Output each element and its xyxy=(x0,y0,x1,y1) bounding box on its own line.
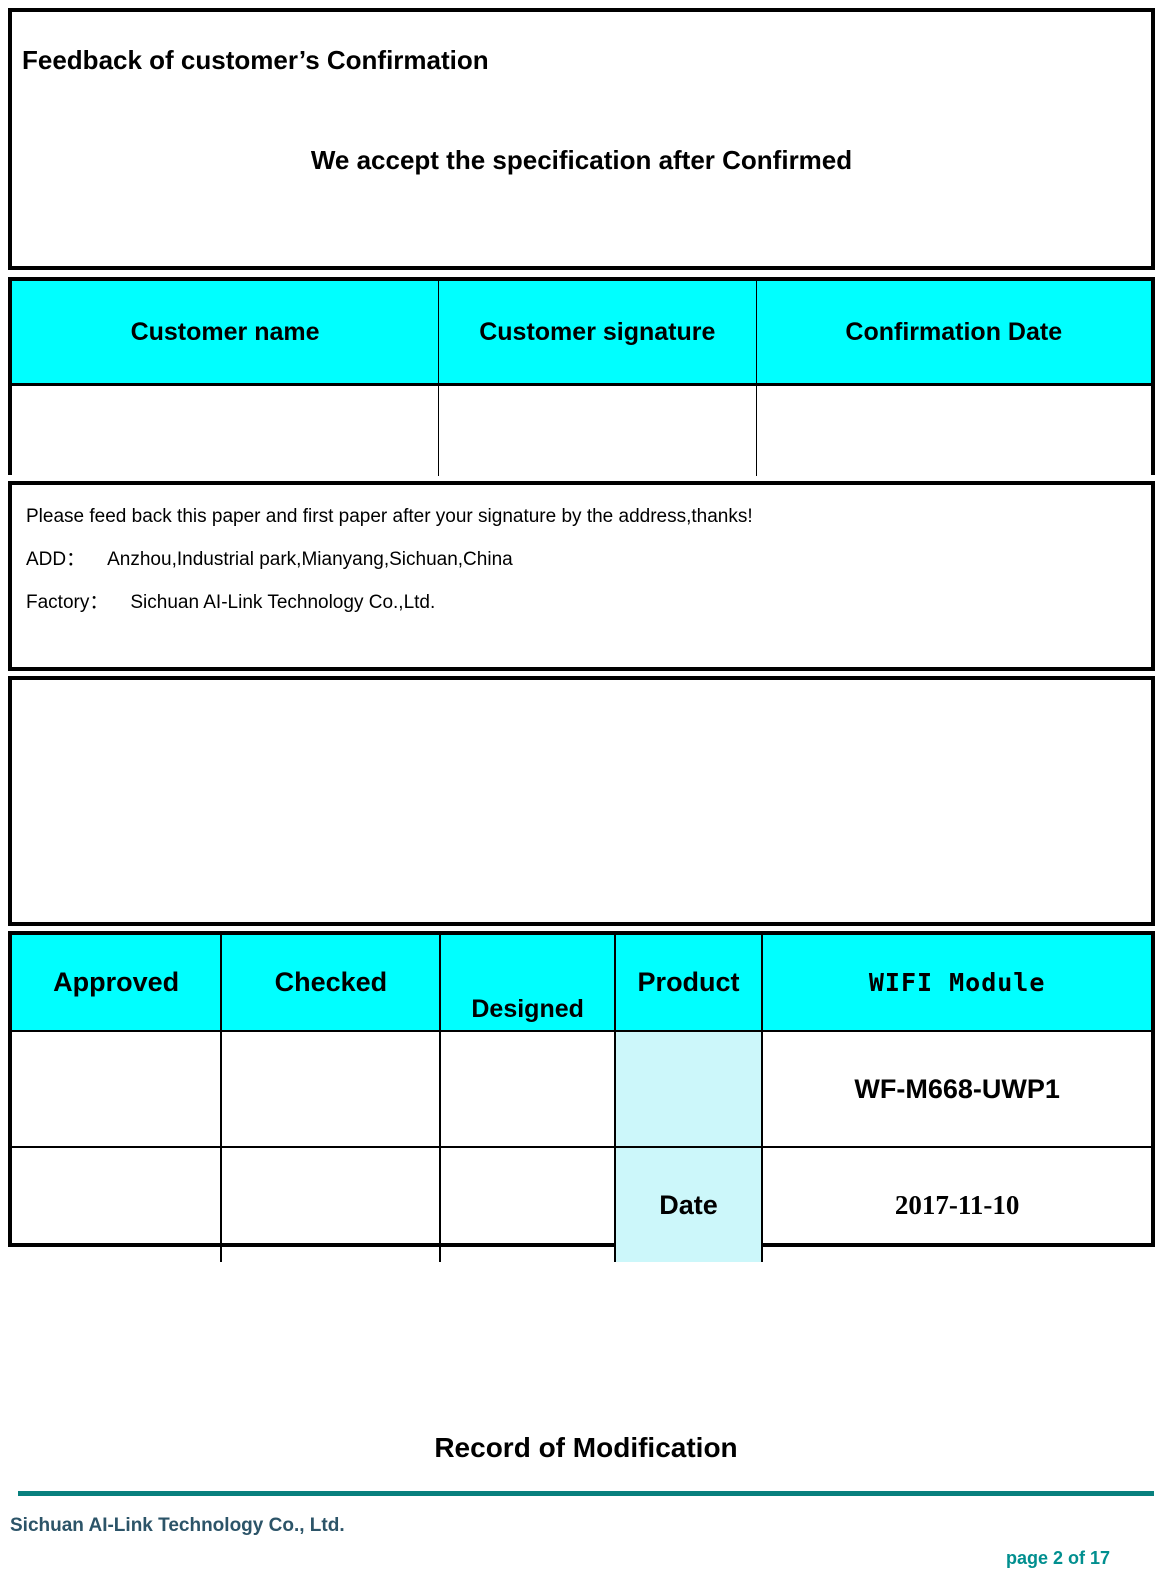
footer-page-text: page 2 of 17 xyxy=(1005,1548,1110,1568)
cell-approved-signature[interactable] xyxy=(12,1031,223,1148)
approval-header-row: Approved Checked Designed Product WIFI M… xyxy=(12,935,1151,1032)
cell-date-value: 2017-11-10 xyxy=(894,1189,1020,1220)
footer-divider xyxy=(18,1491,1154,1496)
table-header-row: Customer name Customer signature Confirm… xyxy=(12,281,1151,386)
blank-notes-box xyxy=(8,676,1155,926)
cell-date-label: Date xyxy=(614,1147,764,1262)
intro-box: Feedback of customer’s Confirmation We a… xyxy=(8,8,1155,270)
column-header-confirmation-date: Confirmation Date xyxy=(756,281,1151,386)
address-value: Anzhou,Industrial park,Mianyang,Sichuan,… xyxy=(107,549,513,570)
document-page: Feedback of customer’s Confirmation We a… xyxy=(0,0,1172,1581)
column-header-checked: Checked xyxy=(221,935,442,1032)
footer-company-name: Sichuan AI-Link Technology Co., Ltd. xyxy=(10,1515,345,1536)
cell-checked-signature[interactable] xyxy=(221,1031,442,1148)
cell-customer-signature[interactable] xyxy=(438,384,757,476)
factory-label: Factory： xyxy=(26,592,109,613)
approval-row-product: WF-M668-UWP1 xyxy=(12,1031,1151,1148)
cell-product-label xyxy=(614,1031,764,1148)
factory-value: Sichuan AI-Link Technology Co.,Ltd. xyxy=(130,592,436,613)
cell-approved-date[interactable] xyxy=(12,1147,223,1262)
cell-designed-signature[interactable] xyxy=(440,1031,616,1148)
column-header-designed: Designed xyxy=(440,935,616,1032)
cell-customer-name[interactable] xyxy=(12,384,440,476)
address-label: ADD： xyxy=(26,549,86,570)
page-title: Feedback of customer’s Confirmation xyxy=(22,45,489,75)
note-factory-line: Factory： Sichuan AI-Link Technology Co.,L… xyxy=(26,593,1137,612)
note-address-line: ADD： Anzhou,Industrial park,Mianyang,Sich… xyxy=(26,550,1137,569)
note-instruction: Please feed back this paper and first pa… xyxy=(26,506,753,527)
customer-confirmation-table: Customer name Customer signature Confirm… xyxy=(8,277,1155,476)
record-of-modification-heading: Record of Modification xyxy=(434,1432,738,1463)
acceptance-statement: We accept the specification after Confir… xyxy=(310,145,853,175)
return-address-box: Please feed back this paper and first pa… xyxy=(8,481,1155,671)
cell-product-model: WF-M668-UWP1 xyxy=(762,1031,1151,1148)
cell-confirmation-date[interactable] xyxy=(756,384,1151,476)
approval-row-date: Date 2017-11-10 xyxy=(12,1147,1151,1262)
approval-signoff-table: Approved Checked Designed Product WIFI M… xyxy=(8,931,1155,1262)
column-header-customer-name: Customer name xyxy=(12,281,440,386)
table-row xyxy=(12,384,1151,476)
cell-checked-date[interactable] xyxy=(221,1147,442,1262)
footer-page-number: page 2 of 17 xyxy=(1006,1548,1110,1569)
column-header-approved: Approved xyxy=(12,935,223,1032)
column-header-product: Product xyxy=(614,935,764,1032)
column-header-customer-signature: Customer signature xyxy=(438,281,757,386)
column-header-wifi-module: WIFI Module xyxy=(762,935,1151,1032)
cell-designed-date[interactable] xyxy=(440,1147,616,1262)
